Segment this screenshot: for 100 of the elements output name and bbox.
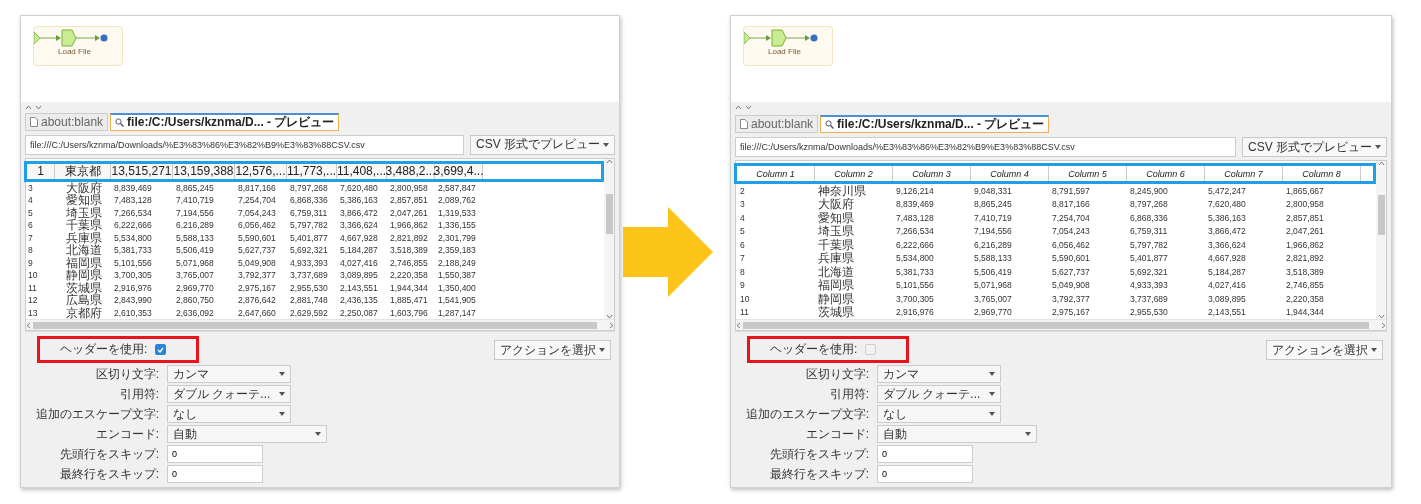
collapse-down-icon[interactable] [745,105,752,111]
collapse-down-icon[interactable] [1377,314,1385,319]
table-cell-text: 8,865,245 [175,181,215,194]
field-label: 追加のエスケープ文字: [34,405,159,423]
table-cell-text: 京都府 [65,306,103,319]
table-cell-text: 1,603,796 [389,306,429,319]
url-field[interactable]: file:///C:/Users/kznma/Downloads/%E3%83%86%E3%82%B9%E3%83%88CSV.csv [735,137,1236,157]
input-field[interactable]: 0 [167,465,263,483]
table-cell-text: 6,759,311 [289,206,329,219]
column-header[interactable]: 11,773,... [287,163,337,179]
table-cell-text: 6,216,289 [973,238,1013,252]
table-cell-text: 6,759,311 [1129,225,1169,238]
dropdown[interactable]: ダブル クォーテ... [877,385,1001,403]
table-cell-text: 3,366,624 [1207,238,1247,252]
dropdown[interactable]: なし [167,405,291,423]
table-cell-text: 茨城県 [65,281,103,294]
scrollbar-thumb[interactable] [33,321,597,329]
scrollbar-thumb[interactable] [743,321,1369,329]
process-node[interactable]: Load File [33,26,123,66]
horizontal-scrollbar[interactable] [736,319,1386,330]
table-cell-text: 愛知県 [817,211,855,225]
table-cell-text: 2 [739,184,746,198]
field-label: ヘッダーを使用: [60,341,148,358]
table-cell-text: 7 [27,231,34,244]
action-button[interactable]: アクションを選択 [1266,340,1383,360]
table-cell-text: 5,590,601 [237,231,277,244]
table-cell-text: 静岡県 [817,292,855,306]
input-field[interactable]: 0 [167,445,263,463]
collapse-up-icon[interactable] [25,104,32,110]
dropdown[interactable]: 自動 [167,425,327,443]
scroll-left-icon[interactable] [26,321,31,329]
dropdown[interactable]: なし [877,405,1001,423]
collapse-down-icon[interactable] [605,314,613,319]
table-cell-text: 5,797,782 [289,219,329,232]
column-header[interactable]: 3,699,4... [435,163,483,179]
column-header[interactable]: 12,576,... [235,163,287,179]
table-cell-text: 4,933,393 [289,256,329,269]
table-cell-text: 7,410,719 [973,211,1013,225]
horizontal-scrollbar[interactable] [26,319,614,330]
table-cell-text: 2,047,261 [389,206,429,219]
table-cell-text: 5,692,321 [289,244,329,257]
table-cell-text: 3,792,377 [237,269,277,282]
vertical-scrollbar[interactable] [604,158,614,319]
table-cell-text: 5 [27,206,34,219]
tab[interactable]: about:blank [25,112,109,131]
tab[interactable]: file:/C:/Users/kznma/D... - プレビュー [820,115,1050,133]
table-cell-text: 6,216,289 [175,219,215,232]
table-cell-text: 5,071,968 [175,256,215,269]
column-header[interactable]: 東京都 [55,163,111,179]
scroll-right-icon[interactable] [1381,321,1386,329]
header-checkbox[interactable] [155,344,167,355]
input-field[interactable]: 0 [877,465,973,483]
url-field[interactable]: file:///C:/Users/kznma/Downloads/%E3%83%86%E3%82%B9%E3%83%88CSV.csv [25,134,464,155]
table-cell-text: 5,184,287 [1207,265,1247,279]
table-cell-text: 2,089,762 [437,194,477,207]
dropdown[interactable]: カンマ [877,365,1001,383]
collapse-up-icon[interactable] [1377,161,1385,166]
field-label: 引用符: [828,385,869,403]
field-label: 区切り文字: [804,365,869,383]
table-cell-text: 福岡県 [817,278,855,292]
table-cell-text: 5,627,737 [1051,265,1091,279]
tab[interactable]: about:blank [735,115,819,133]
column-header[interactable]: 1 [27,163,55,179]
table-cell-text: 6,222,666 [113,219,153,232]
caret-icon [1371,348,1377,352]
scroll-right-icon[interactable] [609,321,614,329]
table-cell-text: 静岡県 [65,269,103,282]
vertical-scrollbar[interactable] [1376,161,1386,319]
caret-icon [315,432,321,436]
preview-button[interactable]: CSV 形式でプレビュー [1242,137,1387,157]
column-header[interactable]: 11,408,... [337,163,387,179]
tab[interactable]: file:/C:/Users/kznma/D... - プレビュー [110,112,340,131]
table-cell-text: 2,143,551 [339,281,379,294]
scrollbar-thumb[interactable] [605,193,613,234]
dropdown[interactable]: カンマ [167,365,291,383]
table-cell-text: 2,975,167 [237,281,277,294]
collapse-down-icon[interactable] [35,104,42,110]
column-header[interactable]: 13,159,388 [173,163,235,179]
header-checkbox[interactable] [865,344,877,355]
field-label: 先頭行をスキップ: [58,445,159,463]
field-label: エンコード: [804,425,869,443]
table-cell-text: 2,916,976 [113,281,153,294]
dropdown[interactable]: ダブル クォーテ... [167,385,291,403]
scroll-left-icon[interactable] [736,321,741,329]
table-cell-text: 8,791,597 [1051,184,1091,198]
caret-icon [1025,432,1031,436]
field-label: 区切り文字: [94,365,159,383]
input-field[interactable]: 0 [877,445,973,463]
column-header[interactable]: 13,515,271 [111,163,173,179]
table-cell-text: 1,944,344 [389,281,429,294]
table-cell-text: 兵庫県 [65,231,103,244]
scrollbar-thumb[interactable] [1377,195,1385,235]
action-button[interactable]: アクションを選択 [494,340,611,360]
process-node[interactable]: Load File [743,26,833,66]
collapse-up-icon[interactable] [735,105,742,111]
table-cell-text: 5,692,321 [1129,265,1169,279]
preview-button[interactable]: CSV 形式でプレビュー [470,134,615,155]
dropdown[interactable]: 自動 [877,425,1037,443]
collapse-up-icon[interactable] [605,158,613,164]
column-header[interactable]: 3,488,2... [387,163,435,179]
